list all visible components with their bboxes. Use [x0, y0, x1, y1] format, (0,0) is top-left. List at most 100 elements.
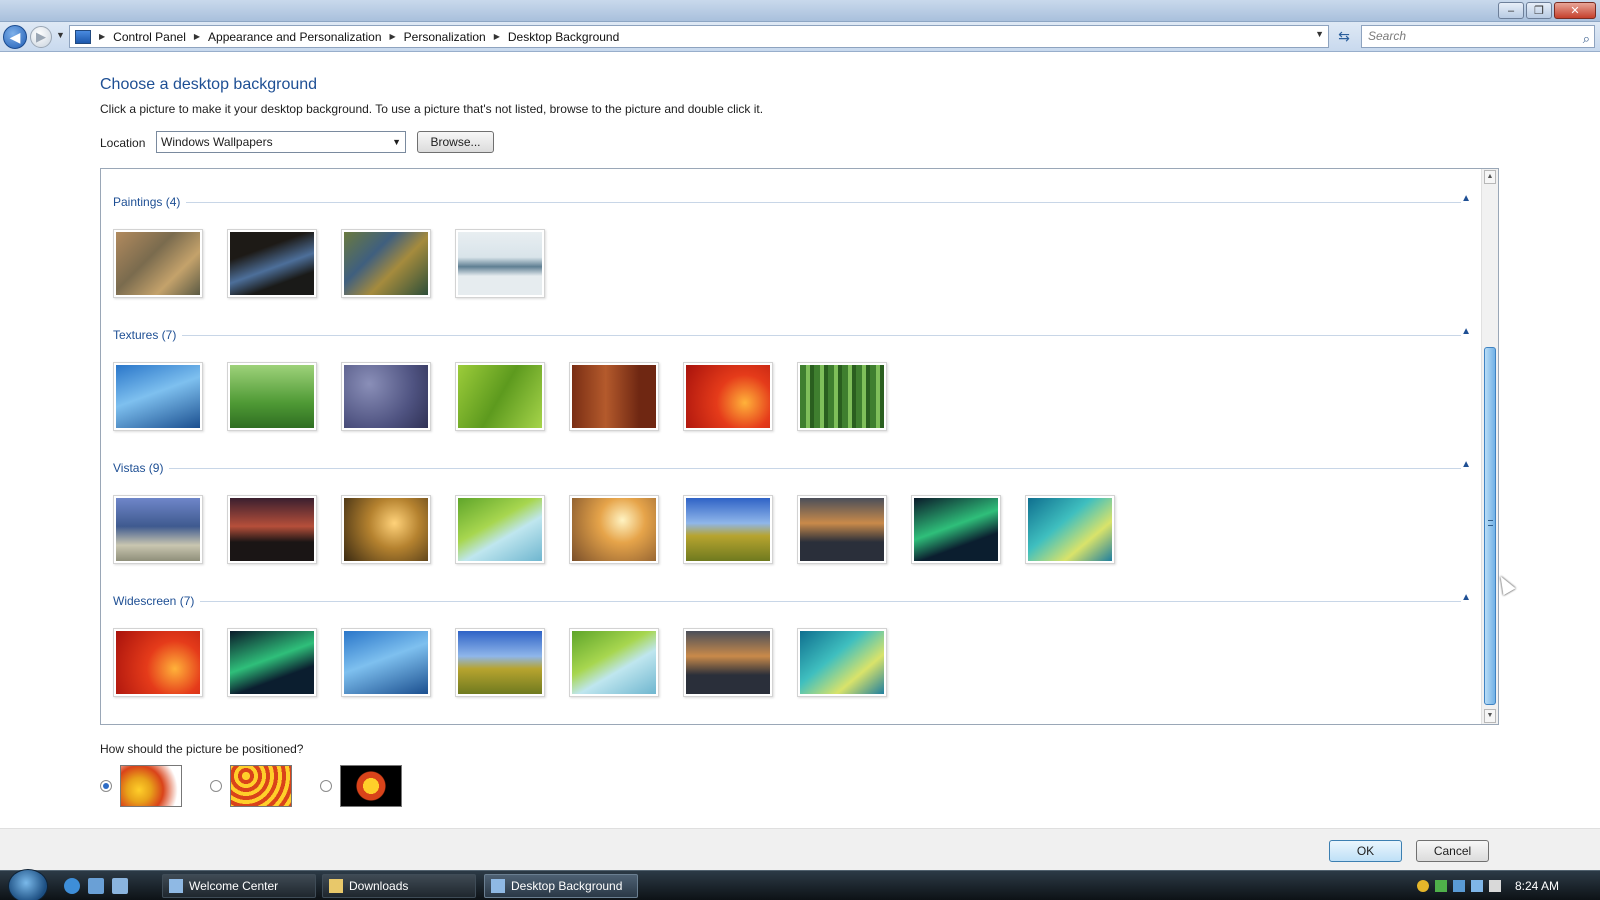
volume-icon[interactable]: [1489, 880, 1501, 892]
cancel-button[interactable]: Cancel: [1416, 840, 1489, 862]
chevron-right-icon[interactable]: ▶: [390, 32, 396, 41]
update-icon[interactable]: [1435, 880, 1447, 892]
scroll-down-button[interactable]: ▼: [1484, 709, 1496, 723]
wallpaper-thumbnail[interactable]: [797, 628, 887, 697]
chevron-right-icon[interactable]: ▶: [494, 32, 500, 41]
switch-windows-icon[interactable]: [112, 878, 128, 894]
breadcrumb-control-panel[interactable]: Control Panel: [113, 30, 186, 44]
group-header-widescreen[interactable]: Widescreen (7) ▲: [113, 592, 1471, 608]
location-select[interactable]: Windows Wallpapers ▼: [156, 131, 406, 153]
wallpaper-thumbnail[interactable]: [455, 495, 545, 564]
wallpaper-thumbnail[interactable]: [227, 495, 317, 564]
wallpaper-thumbnail[interactable]: [911, 495, 1001, 564]
vista-aurora-image: [914, 498, 998, 561]
position-center-radio[interactable]: [320, 780, 332, 792]
clock[interactable]: 8:24 AM: [1515, 879, 1559, 893]
texture-fish-image: [116, 365, 200, 428]
ok-button[interactable]: OK: [1329, 840, 1402, 862]
taskbar: Welcome Center Downloads Desktop Backgro…: [0, 869, 1600, 900]
scrollbar-thumb[interactable]: [1484, 347, 1496, 705]
location-label: Location: [100, 136, 146, 150]
wallpaper-thumbnail[interactable]: [113, 229, 203, 298]
refresh-button[interactable]: ⇆: [1333, 25, 1355, 48]
wallpaper-thumbnail[interactable]: [227, 229, 317, 298]
wallpaper-thumbnail[interactable]: [569, 362, 659, 431]
position-tile-preview[interactable]: [230, 765, 292, 807]
texture-stones-image: [344, 365, 428, 428]
texture-grass-image: [230, 365, 314, 428]
position-fit-preview[interactable]: [120, 765, 182, 807]
wallpaper-thumbnail[interactable]: [683, 495, 773, 564]
back-button[interactable]: ◀: [3, 25, 27, 49]
title-bar: – ❐ ✕: [0, 0, 1600, 22]
wallpaper-thumbnail[interactable]: [341, 628, 431, 697]
texture-bamboo-image: [800, 365, 884, 428]
wallpaper-thumbnail[interactable]: [341, 229, 431, 298]
collapse-icon[interactable]: ▲: [1461, 326, 1471, 337]
vista-glow-image: [1028, 498, 1112, 561]
wide-glow-image: [800, 631, 884, 694]
wallpaper-thumbnail[interactable]: [113, 628, 203, 697]
wallpaper-thumbnail[interactable]: [455, 229, 545, 298]
wallpaper-thumbnail[interactable]: [455, 628, 545, 697]
chevron-right-icon[interactable]: ▶: [99, 32, 105, 41]
position-tile-radio[interactable]: [210, 780, 222, 792]
location-value: Windows Wallpapers: [161, 135, 273, 149]
breadcrumb-appearance[interactable]: Appearance and Personalization: [208, 30, 381, 44]
wallpaper-thumbnail[interactable]: [227, 362, 317, 431]
wallpaper-thumbnail[interactable]: [797, 362, 887, 431]
chevron-right-icon[interactable]: ▶: [194, 32, 200, 41]
address-bar[interactable]: ▶ Control Panel ▶ Appearance and Persona…: [69, 25, 1329, 48]
minimize-button[interactable]: –: [1498, 2, 1524, 19]
start-button[interactable]: [8, 869, 48, 900]
collapse-icon[interactable]: ▲: [1461, 592, 1471, 603]
search-icon[interactable]: ⌕: [1583, 28, 1590, 49]
position-fit-radio[interactable]: [100, 780, 112, 792]
wallpaper-thumbnail[interactable]: [569, 495, 659, 564]
wallpaper-thumbnail[interactable]: [683, 628, 773, 697]
scroll-up-button[interactable]: ▲: [1484, 170, 1496, 184]
wallpaper-thumbnail[interactable]: [1025, 495, 1115, 564]
collapse-icon[interactable]: ▲: [1461, 459, 1471, 470]
recent-pages-dropdown[interactable]: ▼: [56, 30, 65, 40]
task-downloads[interactable]: Downloads: [322, 874, 476, 898]
close-button[interactable]: ✕: [1554, 2, 1596, 19]
thumbs-textures: [113, 362, 887, 431]
internet-explorer-icon[interactable]: [64, 878, 80, 894]
wallpaper-thumbnail[interactable]: [683, 362, 773, 431]
security-icon[interactable]: [1417, 880, 1429, 892]
wallpaper-thumbnail[interactable]: [113, 495, 203, 564]
forward-button[interactable]: ▶: [30, 26, 52, 48]
task-welcome-center[interactable]: Welcome Center: [162, 874, 316, 898]
wallpaper-thumbnail[interactable]: [113, 362, 203, 431]
wallpaper-thumbnail[interactable]: [341, 495, 431, 564]
wide-hills-image: [458, 631, 542, 694]
browse-button[interactable]: Browse...: [417, 131, 494, 153]
navigation-bar: ◀ ▶ ▼ ▶ Control Panel ▶ Appearance and P…: [0, 22, 1600, 52]
show-desktop-icon[interactable]: [88, 878, 104, 894]
task-desktop-background[interactable]: Desktop Background: [484, 874, 638, 898]
instructions-text: Click a picture to make it your desktop …: [100, 102, 764, 116]
breadcrumb-personalization[interactable]: Personalization: [404, 30, 486, 44]
texture-wood-image: [572, 365, 656, 428]
wallpaper-thumbnail[interactable]: [341, 362, 431, 431]
collapse-icon[interactable]: ▲: [1461, 193, 1471, 204]
vista-lake-image: [800, 498, 884, 561]
address-dropdown-icon[interactable]: ▼: [1315, 29, 1324, 39]
wallpaper-thumbnail[interactable]: [455, 362, 545, 431]
painting-koi-image: [458, 232, 542, 295]
welcome-center-icon: [169, 879, 183, 893]
vertical-scrollbar[interactable]: ▲ ▼: [1481, 169, 1498, 724]
chevron-down-icon[interactable]: ▼: [392, 132, 401, 152]
position-center-preview[interactable]: [340, 765, 402, 807]
wallpaper-thumbnail[interactable]: [797, 495, 887, 564]
group-header-vistas[interactable]: Vistas (9) ▲: [113, 459, 1471, 475]
sidebar-icon[interactable]: [1453, 880, 1465, 892]
group-header-textures[interactable]: Textures (7) ▲: [113, 326, 1471, 342]
search-input[interactable]: Search ⌕: [1361, 25, 1595, 48]
maximize-button[interactable]: ❐: [1526, 2, 1552, 19]
group-header-paintings[interactable]: Paintings (4) ▲: [113, 193, 1471, 209]
wallpaper-thumbnail[interactable]: [227, 628, 317, 697]
wallpaper-thumbnail[interactable]: [569, 628, 659, 697]
network-icon[interactable]: [1471, 880, 1483, 892]
